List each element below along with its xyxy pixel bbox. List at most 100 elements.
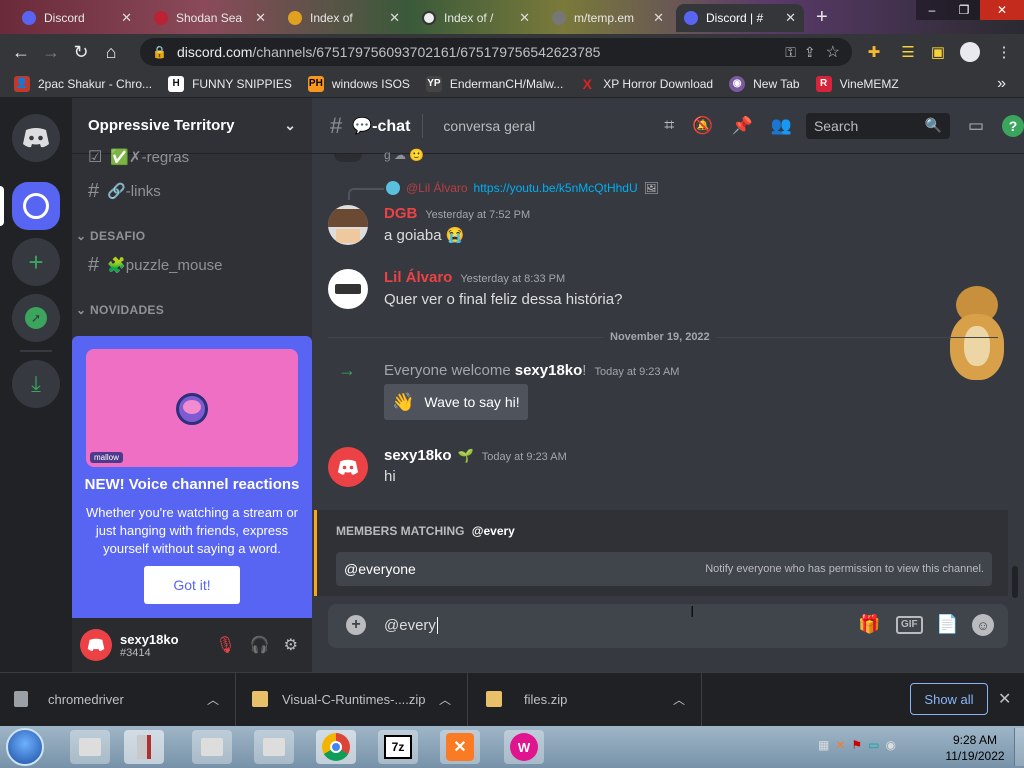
share-icon[interactable]: ⇪ [804,44,816,61]
taskbar-app-icon[interactable] [124,730,164,764]
got-it-button[interactable]: Got it! [144,566,240,604]
key-icon[interactable]: ⚿ [785,44,796,61]
browser-tab-active[interactable]: Discord | # ✕ [676,4,804,32]
mute-mic-icon[interactable]: 🎙 [215,635,235,655]
bookmark-item[interactable]: YP EndermanCH/Malw... [425,75,563,92]
gif-picker-button[interactable]: GIF [896,616,923,634]
reading-list-icon[interactable]: ☰ [896,40,920,64]
avatar[interactable] [328,205,368,245]
threads-icon[interactable]: ⌗ [664,115,674,136]
chrome-menu-icon[interactable]: ⋮ [992,40,1016,64]
autocomplete-option-everyone[interactable]: @everyone Notify everyone who has permis… [336,552,992,586]
wamp-taskbar-icon[interactable]: W [504,730,544,764]
chevron-up-icon[interactable]: ︿ [207,691,219,708]
extensions-puzzle-icon[interactable]: ✚ [862,40,886,64]
bookmark-item[interactable]: X XP Horror Download [579,76,714,92]
chrome-taskbar-icon[interactable] [316,730,356,764]
download-apps-icon[interactable]: ⤓ [12,360,60,408]
taskbar-clock[interactable]: 9:28 AM 11/19/2022 [940,732,1010,764]
7zip-taskbar-icon[interactable]: 7z [378,730,418,764]
emoji-picker-icon[interactable]: ☺ [972,614,994,636]
message-author[interactable]: Lil Álvaro [384,269,452,286]
inbox-icon[interactable]: ▭ [968,116,984,136]
bookmark-item[interactable]: H FUNNY SNIPPIES [168,75,292,92]
gift-icon[interactable]: 🎁 [858,614,880,635]
channel-regras[interactable]: ☑ ✅✗-regras [80,143,304,171]
browser-tab[interactable]: Discord ✕ [14,4,140,32]
taskbar-app-icon[interactable] [192,730,232,764]
side-panel-icon[interactable]: ▣ [926,40,950,64]
discord-home-button[interactable] [12,114,60,162]
tray-volume-icon[interactable]: ◉ [886,738,896,752]
show-desktop-button[interactable] [1014,728,1024,766]
help-icon[interactable]: ? [1002,114,1024,137]
close-tab-icon[interactable]: ✕ [653,10,664,26]
channel-puzzle-mouse[interactable]: # 🧩puzzle_mouse [80,251,304,279]
settings-gear-icon[interactable]: ⚙ [284,635,298,655]
new-tab-button[interactable]: + [816,6,828,29]
scrollbar-thumb[interactable] [1012,566,1018,598]
notifications-muted-icon[interactable]: 🔕 [692,116,713,136]
wave-button[interactable]: 👋 Wave to say hi! [384,384,528,420]
tray-flag-icon[interactable]: ⚑ [851,738,862,752]
pinned-messages-icon[interactable]: 📌 [732,116,753,136]
bookmark-item[interactable]: ◉ New Tab [729,75,800,92]
forward-arrow-icon[interactable]: → [36,37,66,67]
bookmark-item[interactable]: 👤 2pac Shakur - Chro... [14,75,152,92]
profile-avatar-icon[interactable] [958,40,982,64]
close-tab-icon[interactable]: ✕ [121,10,132,26]
chevron-up-icon[interactable]: ︿ [439,691,451,708]
headphones-icon[interactable]: 🎧 [250,635,270,655]
xampp-taskbar-icon[interactable]: ✕ [440,730,480,764]
message-author[interactable]: DGB [384,205,417,222]
download-item[interactable]: Visual-C-Runtimes-....zip ︿ [244,672,468,726]
reply-link[interactable]: https://youtu.be/k5nMcQtHhdU [474,181,638,195]
add-server-icon[interactable]: + [12,238,60,286]
tray-display-icon[interactable]: ▭ [868,738,879,752]
welcome-user[interactable]: sexy18ko [515,362,583,379]
close-downloads-icon[interactable]: ✕ [998,689,1011,709]
back-arrow-icon[interactable]: ← [6,37,36,67]
browser-tab[interactable]: Shodan Sea ✕ [146,4,274,32]
close-tab-icon[interactable]: ✕ [255,10,266,26]
category-novidades[interactable]: ⌄ NOVIDADES [76,303,164,317]
maximize-icon[interactable]: ❐ [948,0,980,20]
chevron-up-icon[interactable]: ︿ [673,691,685,708]
show-all-downloads-button[interactable]: Show all [910,683,988,715]
avatar[interactable] [328,447,368,487]
taskbar-app-icon[interactable] [70,730,110,764]
home-icon[interactable]: ⌂ [96,37,126,67]
more-bookmarks-icon[interactable]: » [997,75,1006,93]
explore-compass-icon[interactable]: ➚ [12,294,60,342]
sticker-icon[interactable]: 📄 [936,614,958,635]
start-button[interactable] [6,728,44,766]
tray-network-icon[interactable]: ▦ [818,738,829,752]
browser-tab[interactable]: Index of / ✕ [414,4,538,32]
channel-links[interactable]: # 🔗-links [80,177,304,205]
taskbar-app-icon[interactable] [254,730,294,764]
minimize-icon[interactable]: – [916,0,948,20]
bookmark-star-icon[interactable]: ☆ [826,42,840,62]
search-input[interactable]: Search 🔍 [805,112,950,139]
close-tab-icon[interactable]: ✕ [785,10,796,26]
reply-preview[interactable]: @Lil Álvaro https://youtu.be/k5nMcQtHhdU… [386,181,659,195]
chevron-down-icon[interactable]: ⌄ [284,117,296,134]
download-item[interactable]: files.zip ︿ [478,672,702,726]
message-input[interactable]: @every [384,617,438,634]
address-bar[interactable]: 🔒 discord.com/channels/67517975609370216… [140,38,852,66]
close-tab-icon[interactable]: ✕ [389,10,400,26]
bookmark-item[interactable]: R VineMEMZ [815,75,899,92]
server-oppressive-territory[interactable] [12,182,60,230]
avatar[interactable] [80,629,112,661]
close-tab-icon[interactable]: ✕ [519,10,530,26]
avatar[interactable] [328,269,368,309]
browser-tab[interactable]: m/temp.em ✕ [544,4,672,32]
member-list-icon[interactable]: 👥 [771,116,792,136]
close-window-icon[interactable]: ✕ [980,0,1024,20]
add-attachment-icon[interactable]: + [346,615,366,635]
browser-tab[interactable]: Index of ✕ [280,4,408,32]
category-desafio[interactable]: ⌄ DESAFIO [76,229,145,243]
message-author[interactable]: sexy18ko [384,447,452,464]
tray-xampp-icon[interactable]: ✕ [835,738,845,752]
reload-icon[interactable]: ↻ [66,37,96,67]
